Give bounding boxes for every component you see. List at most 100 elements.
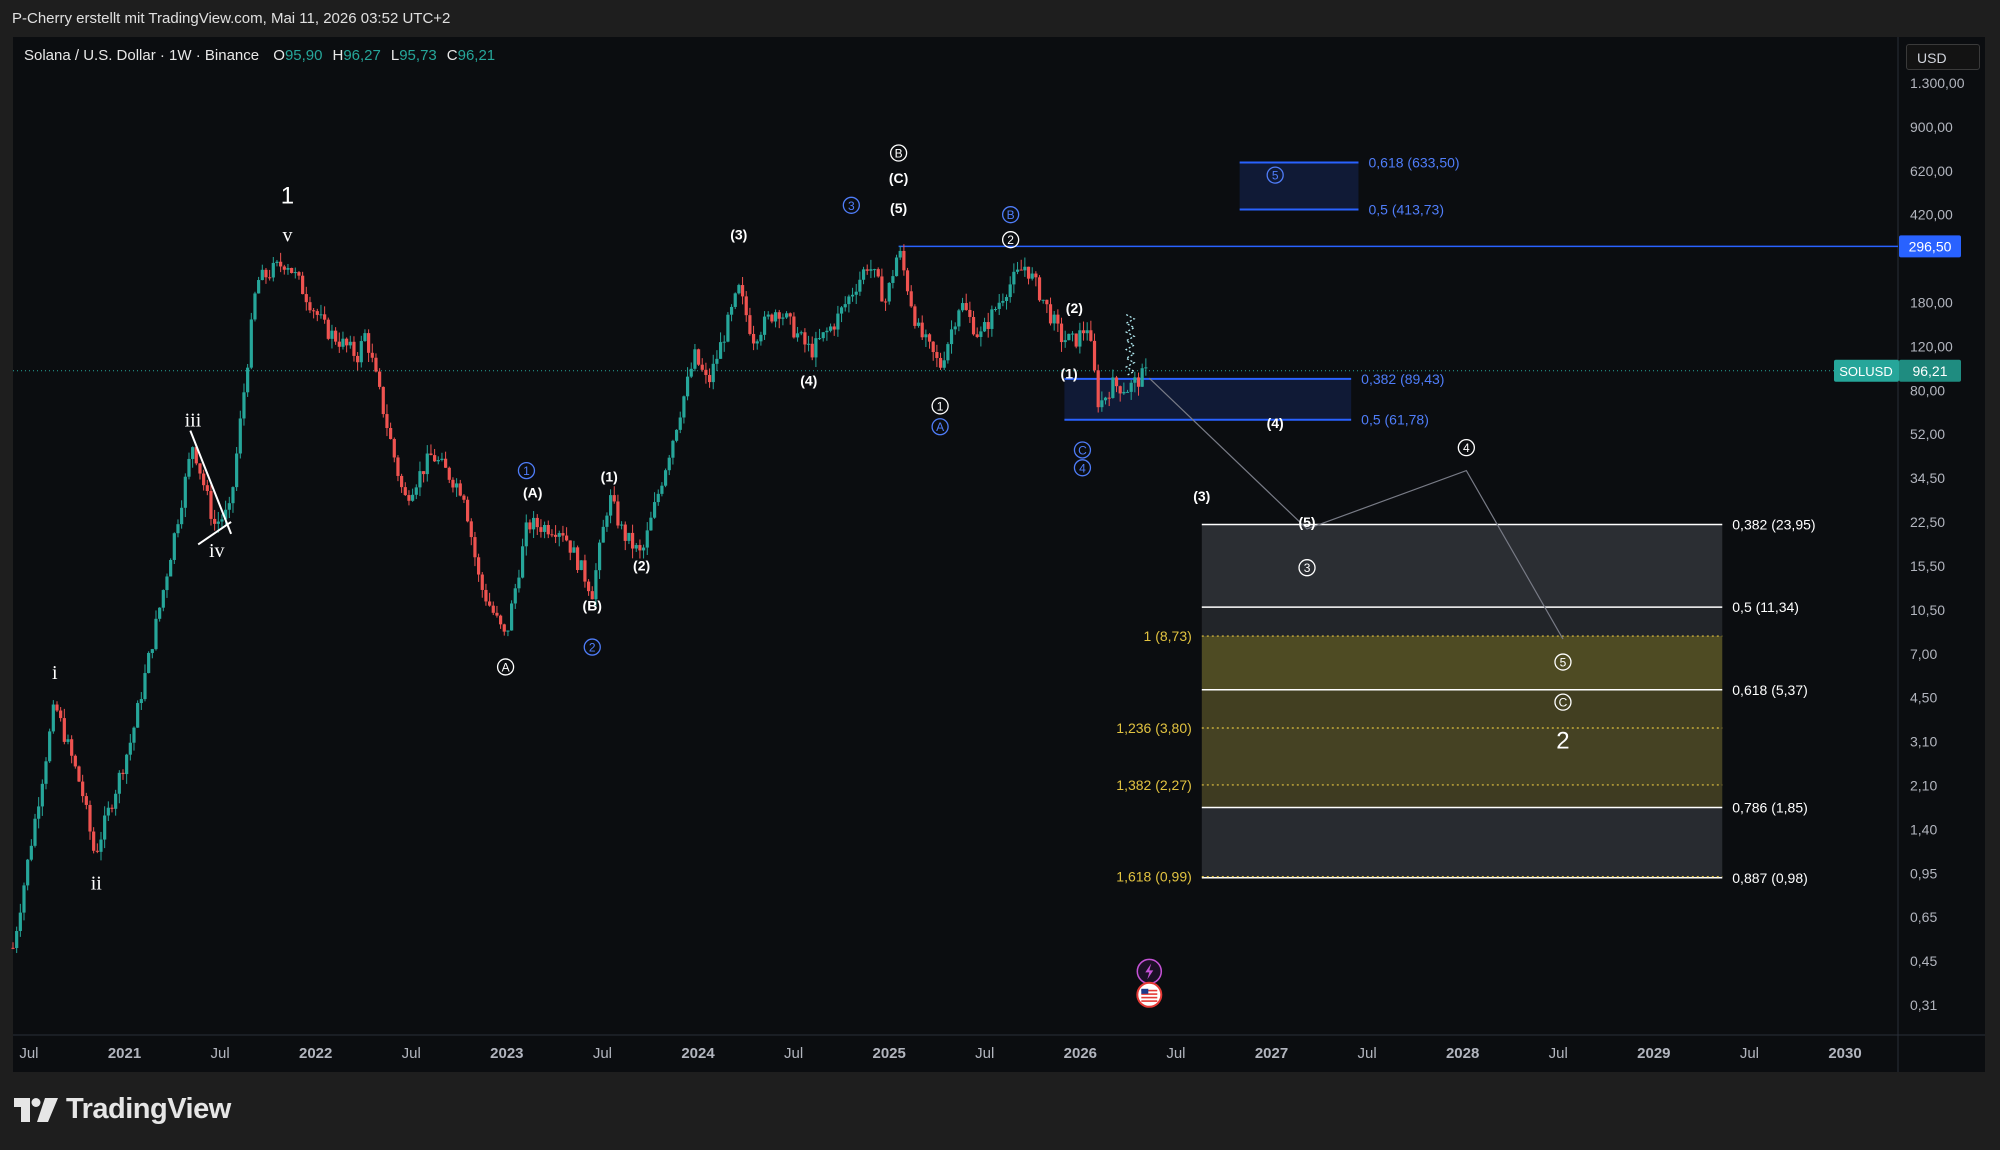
candle-body: [1015, 269, 1020, 272]
wave-label-minor: iii: [185, 409, 202, 431]
ohlc-c: C96,21: [447, 47, 495, 64]
x-tick-label: 2026: [1064, 1045, 1097, 1062]
candle-body: [114, 793, 118, 809]
wave-label-minor: ii: [91, 872, 103, 894]
fib-band: [1201, 607, 1723, 637]
y-tick-label: 22,50: [1910, 514, 1945, 530]
candle-body: [308, 302, 312, 311]
candle-body: [264, 269, 268, 278]
wave-label-minor: iv: [209, 540, 225, 562]
candle-body: [297, 272, 301, 276]
candle-body: [400, 475, 404, 488]
candle-body: [477, 557, 481, 575]
wave-label-circled: 5: [1272, 169, 1279, 183]
candle-body: [733, 293, 737, 307]
candle-body: [993, 308, 998, 310]
ohlc-label: C: [446, 47, 458, 64]
candle-body: [139, 699, 143, 704]
candle-body: [117, 772, 121, 794]
candle-body: [755, 341, 759, 344]
candle-body: [685, 376, 690, 397]
candle-body: [279, 261, 283, 267]
candle-body: [18, 912, 22, 932]
x-tick-label: Jul: [975, 1045, 994, 1062]
candle-body: [202, 473, 206, 486]
wave-label-circled: 5: [1560, 656, 1567, 670]
candle-body: [436, 460, 440, 462]
candle-body: [191, 447, 195, 459]
candle-body: [92, 831, 96, 851]
candle-body: [1070, 333, 1075, 335]
candle-body: [762, 316, 767, 335]
wave-label-circled: C: [1559, 696, 1568, 710]
currency-button[interactable]: USD: [1906, 44, 1980, 70]
symbol-title[interactable]: Solana / U.S. Dollar · 1W · Binance: [24, 47, 259, 64]
wave-label-intermediate: (2): [633, 558, 650, 574]
candle-body: [557, 533, 561, 537]
y-tick-label: 420,00: [1910, 207, 1953, 223]
y-tick-label: 900,00: [1910, 119, 1953, 135]
wave-label-circled: 4: [1463, 441, 1470, 455]
candle-body: [539, 527, 543, 532]
candle-body: [726, 314, 730, 342]
candle-body: [304, 294, 308, 303]
upper-fib-label: 0,5 (413,73): [1368, 202, 1444, 218]
candle-body: [132, 727, 136, 743]
candle-body: [572, 547, 576, 553]
candle-body: [711, 363, 715, 383]
candle-body: [488, 601, 492, 606]
candle-body: [1092, 340, 1097, 371]
candle-body: [26, 859, 30, 886]
candle-body: [213, 518, 217, 524]
y-tick-label: 4,50: [1910, 690, 1937, 706]
candle-body: [513, 588, 517, 604]
candle-body: [106, 807, 110, 816]
y-tick-label: 10,50: [1910, 602, 1945, 618]
candle-body: [44, 761, 48, 784]
candle-body: [916, 322, 921, 326]
y-tick-label: 3,10: [1910, 734, 1937, 750]
candle-body: [81, 781, 85, 797]
fib-extension-label: 1,618 (0,99): [1116, 869, 1192, 885]
candle-body: [542, 524, 547, 532]
candle-body: [495, 612, 499, 616]
candle-body: [473, 537, 477, 558]
candle-body: [843, 304, 847, 308]
candle-body: [381, 386, 385, 415]
candle-body: [887, 282, 891, 302]
candle-body: [40, 783, 44, 807]
candle-body: [95, 850, 99, 852]
fib-extension-label: 1,382 (2,27): [1116, 777, 1192, 793]
candle-body: [77, 766, 81, 782]
candle-body: [48, 731, 52, 762]
chart-canvas[interactable]: 0,382 (23,95) 0,5 (11,34) 0,618 (5,37) 0,78…: [0, 0, 2000, 1150]
candle-body: [689, 368, 693, 377]
x-tick-label: Jul: [1549, 1045, 1568, 1062]
candle-body: [979, 331, 983, 337]
candle-body: [260, 269, 264, 281]
candle-body: [913, 306, 917, 326]
candle-body: [312, 310, 316, 312]
candle-body: [982, 322, 987, 332]
candle-body: [575, 547, 580, 571]
fib-band: [1201, 636, 1723, 690]
candle-body: [894, 257, 899, 277]
candle-body: [773, 312, 778, 322]
candle-body: [935, 352, 939, 358]
candle-body: [231, 487, 235, 504]
x-tick-label: Jul: [211, 1045, 230, 1062]
candle-body: [161, 590, 165, 608]
tradingview-brand[interactable]: TradingView: [14, 1093, 231, 1126]
candle-body: [1001, 300, 1005, 303]
candle-body: [84, 796, 88, 805]
y-tick-label: 52,00: [1910, 426, 1945, 442]
candle-body: [960, 303, 965, 311]
candle-body: [282, 266, 286, 270]
candle-body: [594, 570, 598, 600]
wave-label-circled: 1: [523, 464, 530, 478]
candle-body: [927, 334, 932, 342]
candle-body: [11, 947, 15, 949]
candle-body: [931, 341, 935, 353]
candle-body: [396, 457, 400, 476]
candle-body: [568, 540, 572, 553]
